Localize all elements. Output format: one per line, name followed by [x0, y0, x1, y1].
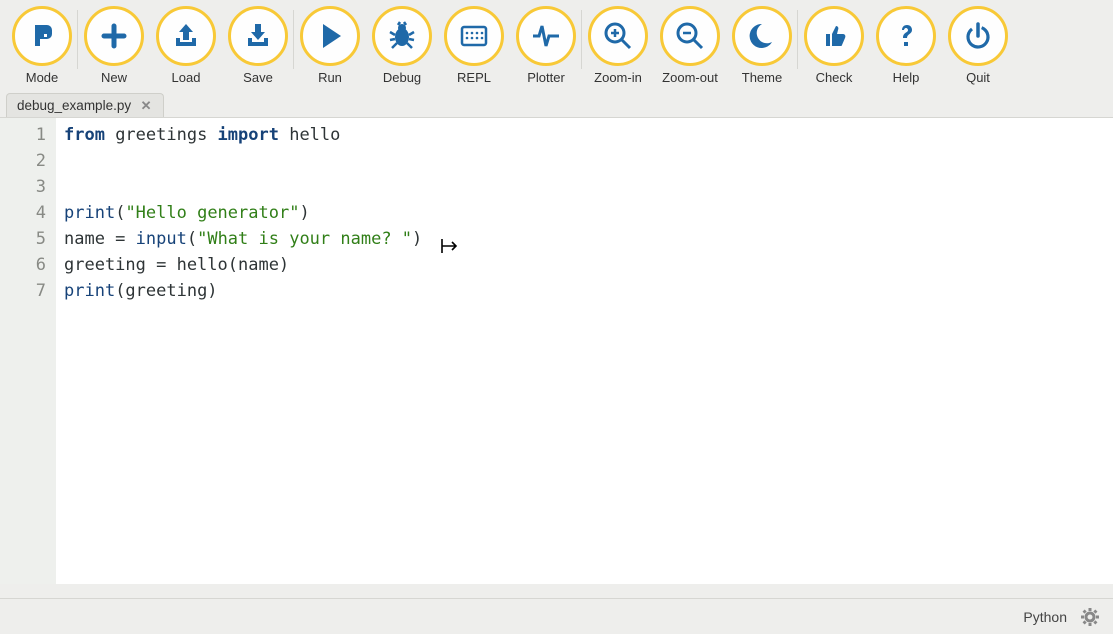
bug-icon	[372, 6, 432, 66]
line-number: 2	[6, 148, 46, 174]
tool-label: Debug	[383, 70, 421, 85]
code-line[interactable]	[64, 148, 1105, 174]
tool-label: Check	[816, 70, 853, 85]
tool-label: Plotter	[527, 70, 565, 85]
line-number: 7	[6, 278, 46, 304]
tool-label: Theme	[742, 70, 782, 85]
code-line[interactable]: name = input("What is your name? ")	[64, 226, 1105, 252]
code-line[interactable]: from greetings import hello	[64, 122, 1105, 148]
tab-file[interactable]: debug_example.py ✕	[6, 93, 164, 117]
tool-label: Quit	[966, 70, 990, 85]
tool-label: Zoom-out	[662, 70, 718, 85]
repl-button[interactable]: REPL	[438, 4, 510, 87]
code-line[interactable]	[64, 174, 1105, 200]
moon-icon	[732, 6, 792, 66]
plotter-button[interactable]: Plotter	[510, 4, 582, 87]
tool-label: Zoom-in	[594, 70, 642, 85]
line-number: 5	[6, 226, 46, 252]
help-button[interactable]: Help	[870, 4, 942, 87]
save-button[interactable]: Save	[222, 4, 294, 87]
pulse-icon	[516, 6, 576, 66]
tool-label: Run	[318, 70, 342, 85]
tabbar: debug_example.py ✕	[0, 89, 1113, 118]
line-number: 6	[6, 252, 46, 278]
tool-label: New	[101, 70, 127, 85]
code-line[interactable]: print("Hello generator")	[64, 200, 1105, 226]
run-button[interactable]: Run	[294, 4, 366, 87]
tool-label: Mode	[26, 70, 59, 85]
close-icon[interactable]: ✕	[139, 99, 153, 113]
status-language: Python	[1023, 609, 1067, 625]
tool-label: Load	[172, 70, 201, 85]
plus-icon	[84, 6, 144, 66]
debug-button[interactable]: Debug	[366, 4, 438, 87]
new-button[interactable]: New	[78, 4, 150, 87]
quit-button[interactable]: Quit	[942, 4, 1014, 87]
tool-label: Save	[243, 70, 273, 85]
check-button[interactable]: Check	[798, 4, 870, 87]
load-button[interactable]: Load	[150, 4, 222, 87]
tool-label: REPL	[457, 70, 491, 85]
mode-button[interactable]: Mode	[6, 4, 78, 87]
upload-icon	[156, 6, 216, 66]
line-number: 3	[6, 174, 46, 200]
line-number: 1	[6, 122, 46, 148]
code-line[interactable]: print(greeting)	[64, 278, 1105, 304]
gear-icon[interactable]	[1079, 606, 1101, 628]
zoom-in-button[interactable]: Zoom-in	[582, 4, 654, 87]
zoom-in-icon	[588, 6, 648, 66]
keyboard-icon	[444, 6, 504, 66]
line-number: 4	[6, 200, 46, 226]
tab-label: debug_example.py	[17, 98, 131, 113]
gutter: 1234567	[0, 118, 56, 584]
code-line[interactable]: greeting = hello(name)	[64, 252, 1105, 278]
mode-icon	[12, 6, 72, 66]
theme-button[interactable]: Theme	[726, 4, 798, 87]
thumbs-up-icon	[804, 6, 864, 66]
play-icon	[300, 6, 360, 66]
question-icon	[876, 6, 936, 66]
download-icon	[228, 6, 288, 66]
power-icon	[948, 6, 1008, 66]
tool-label: Help	[893, 70, 920, 85]
statusbar: Python	[0, 598, 1113, 634]
zoom-out-icon	[660, 6, 720, 66]
code-content[interactable]: from greetings import hello print("Hello…	[56, 118, 1113, 584]
zoom-out-button[interactable]: Zoom-out	[654, 4, 726, 87]
toolbar: Mode New Load Save Run Debug REPL Plotter Zoom-i…	[0, 0, 1113, 89]
code-editor[interactable]: 1234567 from greetings import hello prin…	[0, 118, 1113, 584]
